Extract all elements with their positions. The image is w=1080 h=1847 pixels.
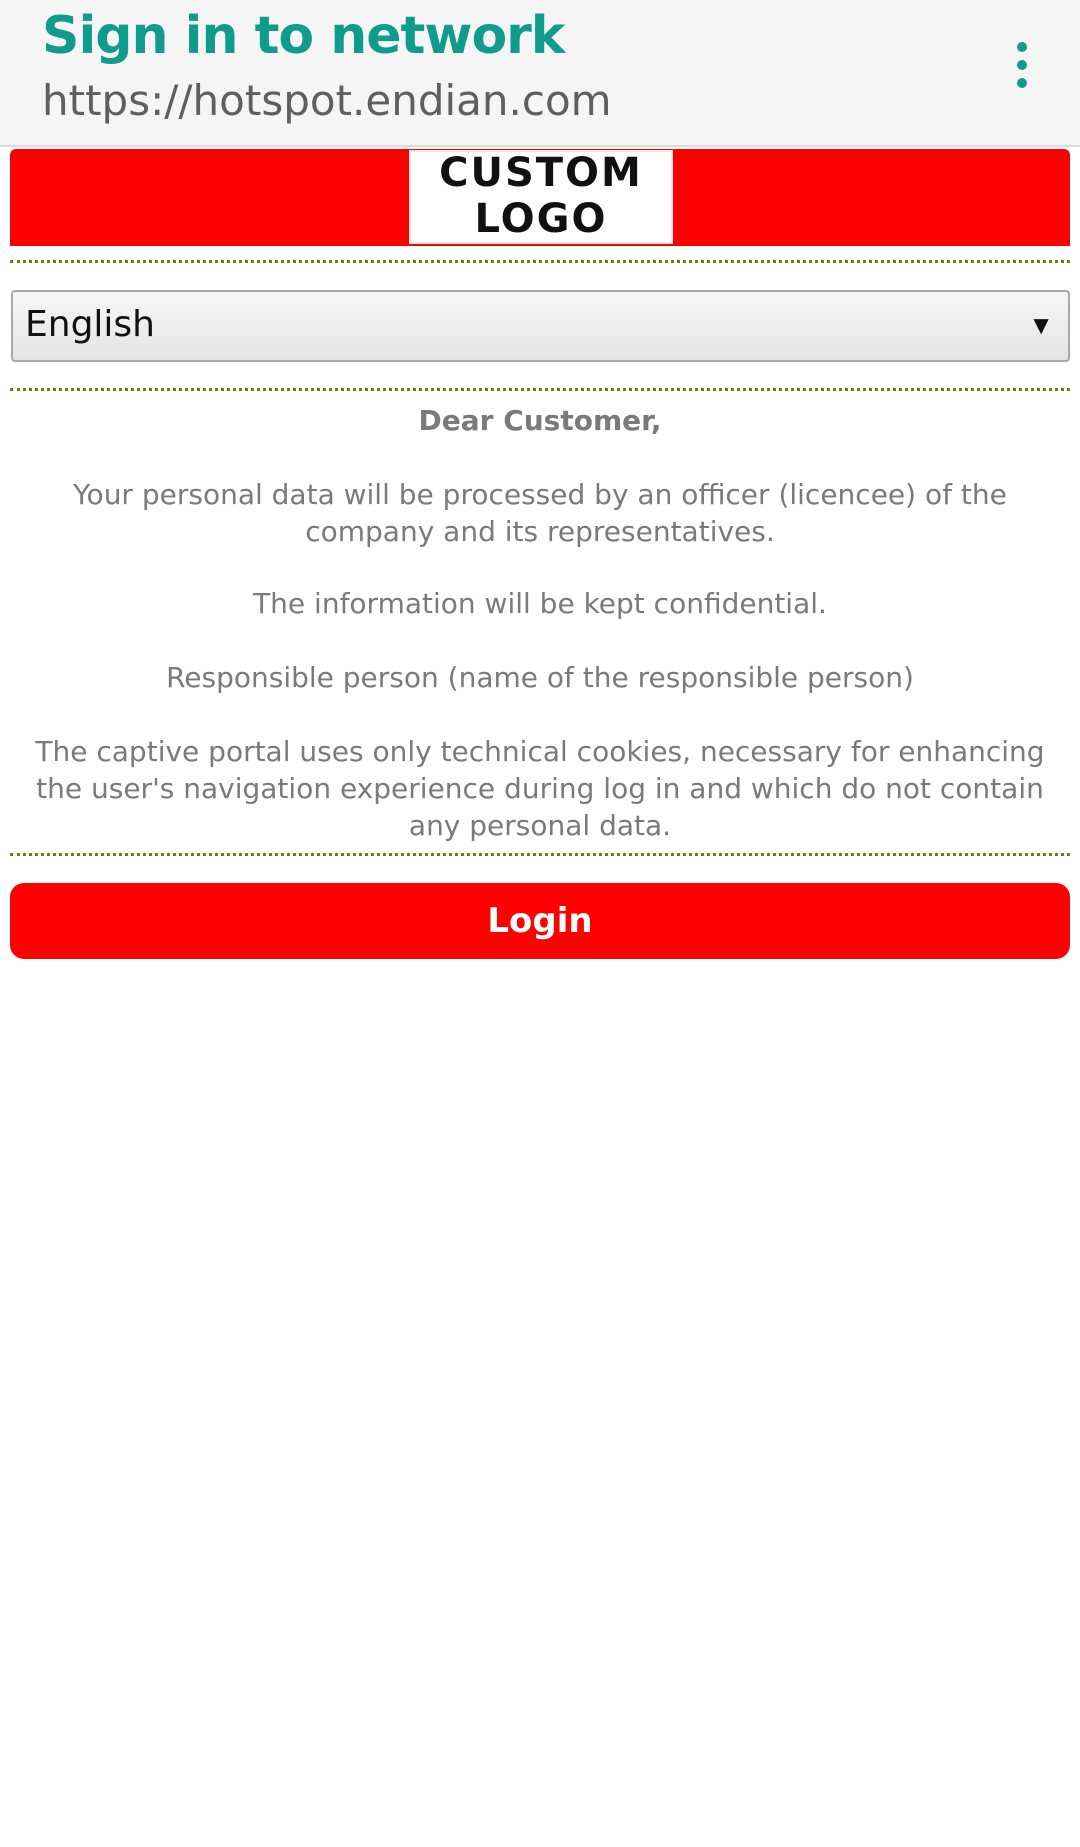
language-select[interactable]: English ▼ <box>11 290 1070 362</box>
divider <box>10 853 1070 856</box>
divider <box>10 260 1070 263</box>
logo-banner: CUSTOM LOGO <box>10 149 1070 246</box>
privacy-paragraph-1: Your personal data will be processed by … <box>73 478 1007 548</box>
logo-text-line1: CUSTOM <box>439 150 643 196</box>
menu-dot <box>1017 42 1027 52</box>
custom-logo: CUSTOM LOGO <box>409 150 673 244</box>
page-title: Sign in to network <box>42 6 565 66</box>
divider <box>10 388 1070 391</box>
privacy-paragraph-3: Responsible person (name of the responsi… <box>166 661 914 694</box>
dropdown-arrow-icon: ▼ <box>1028 310 1054 340</box>
more-vert-icon[interactable] <box>1000 36 1044 92</box>
logo-text-line2: LOGO <box>474 196 608 242</box>
menu-dot <box>1017 60 1027 70</box>
greeting-text: Dear Customer, <box>418 404 662 437</box>
language-select-value: English <box>25 304 155 345</box>
login-button[interactable]: Login <box>10 883 1070 959</box>
privacy-paragraph-2: The information will be kept confidentia… <box>253 587 827 620</box>
page-url: https://hotspot.endian.com <box>42 76 612 125</box>
cookie-paragraph: The captive portal uses only technical c… <box>35 735 1045 842</box>
menu-dot <box>1017 78 1027 88</box>
app-bar: Sign in to network https://hotspot.endia… <box>0 0 1080 147</box>
